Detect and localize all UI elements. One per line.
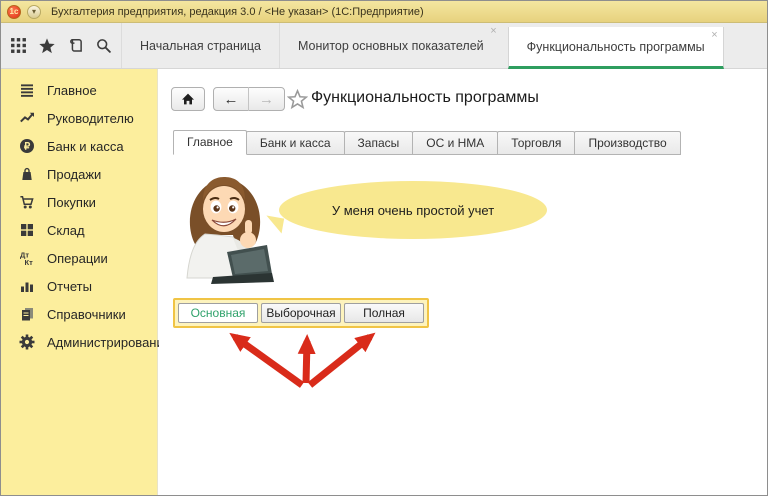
sidebar-item-operations[interactable]: Дт Кт Операции	[1, 244, 157, 272]
grid-boxes-icon	[18, 222, 35, 239]
tab-program-functionality[interactable]: Функциональность программы ×	[507, 27, 724, 69]
section-tab-production[interactable]: Производство	[574, 131, 681, 155]
shopping-bag-icon	[18, 166, 35, 183]
tab-label: Монитор основных показателей	[297, 38, 484, 53]
assistant-speech-bubble: У меня очень простой учет	[279, 181, 547, 239]
trend-up-icon	[18, 110, 35, 127]
sidebar-item-label: Справочники	[47, 306, 126, 322]
section-tab-main[interactable]: Главное	[173, 130, 247, 155]
assistant-illustration	[186, 177, 274, 284]
add-favorite-star-icon[interactable]	[286, 88, 309, 115]
debit-credit-icon: Дт Кт	[18, 250, 35, 267]
sidebar-item-label: Администрирование	[47, 334, 171, 350]
books-icon	[18, 306, 35, 323]
tab-label: Начальная страница	[140, 38, 261, 53]
sidebar-item-label: Покупки	[47, 194, 96, 210]
gear-icon	[18, 334, 35, 351]
option-selective-button[interactable]: Выборочная	[261, 303, 341, 323]
bar-chart-icon	[18, 278, 35, 295]
sidebar-item-bank-cash[interactable]: ₽ Банк и касса	[1, 132, 157, 160]
sections-sidebar: Главное Руководителю ₽ Банк и касса Прод…	[1, 69, 171, 495]
home-button[interactable]	[171, 87, 205, 111]
shopping-cart-icon	[18, 194, 35, 211]
tab-close-icon[interactable]: ×	[490, 26, 496, 37]
home-icon	[182, 93, 194, 105]
sidebar-item-label: Руководителю	[47, 110, 134, 126]
option-basic-button[interactable]: Основная	[178, 303, 258, 323]
ruble-circle-icon: ₽	[18, 138, 35, 155]
app-logo-icon[interactable]: 1с	[7, 4, 21, 19]
sidebar-item-manager[interactable]: Руководителю	[1, 104, 157, 132]
sidebar-item-reports[interactable]: Отчеты	[1, 272, 157, 300]
functionality-section-tabs: Главное Банк и касса Запасы ОС и НМА Тор…	[173, 130, 681, 155]
history-nav-group: ← →	[213, 87, 285, 111]
quick-toolbar	[1, 23, 121, 68]
tab-home-page[interactable]: Начальная страница	[121, 23, 279, 68]
annotation-arrows	[229, 332, 376, 388]
sidebar-item-label: Операции	[47, 250, 108, 266]
sidebar-item-label: Продажи	[47, 166, 102, 182]
sidebar-item-main[interactable]: Главное	[1, 76, 157, 104]
sidebar-item-label: Отчеты	[47, 278, 92, 294]
svg-text:₽: ₽	[23, 142, 30, 153]
menu-lines-icon	[18, 82, 35, 99]
sidebar-item-administration[interactable]: Администрирование	[1, 328, 171, 356]
back-button[interactable]: ←	[214, 87, 250, 111]
tab-close-icon[interactable]: ×	[711, 30, 717, 41]
forward-button[interactable]: →	[249, 87, 284, 111]
sidebar-item-label: Склад	[47, 222, 85, 238]
tab-label: Функциональность программы	[526, 39, 705, 54]
option-full-button[interactable]: Полная	[344, 303, 424, 323]
open-windows-tabbar: Начальная страница Монитор основных пока…	[121, 23, 767, 69]
main-content: ← → Функциональность программы Главное Б…	[159, 69, 767, 495]
history-icon[interactable]	[64, 35, 86, 57]
section-tab-bank-cash[interactable]: Банк и касса	[245, 131, 345, 155]
search-icon[interactable]	[93, 35, 115, 57]
tab-key-indicators-monitor[interactable]: Монитор основных показателей ×	[278, 23, 502, 68]
title-bar: 1с ▾ Бухгалтерия предприятия, редакция 3…	[1, 1, 767, 23]
sidebar-item-label: Банк и касса	[47, 138, 124, 154]
chevron-down-icon: ▾	[31, 7, 36, 16]
sidebar-item-warehouse[interactable]: Склад	[1, 216, 157, 244]
functionality-options-highlight: Основная Выборочная Полная	[173, 298, 429, 328]
system-menu-button[interactable]: ▾	[27, 4, 41, 19]
section-tab-fixed-assets[interactable]: ОС и НМА	[412, 131, 499, 155]
favorites-star-icon[interactable]	[36, 35, 58, 57]
section-tab-trade[interactable]: Торговля	[497, 131, 576, 155]
sidebar-item-directories[interactable]: Справочники	[1, 300, 157, 328]
functions-menu-icon[interactable]	[7, 35, 29, 57]
sidebar-item-sales[interactable]: Продажи	[1, 160, 157, 188]
sidebar-item-purchases[interactable]: Покупки	[1, 188, 157, 216]
app-window: 1с ▾ Бухгалтерия предприятия, редакция 3…	[0, 0, 768, 496]
top-panel: Начальная страница Монитор основных пока…	[1, 23, 767, 69]
page-title: Функциональность программы	[311, 89, 539, 106]
section-tab-inventory[interactable]: Запасы	[343, 131, 414, 155]
window-title: Бухгалтерия предприятия, редакция 3.0 / …	[51, 5, 424, 18]
sidebar-item-label: Главное	[47, 82, 97, 98]
svg-text:Кт: Кт	[24, 258, 33, 266]
